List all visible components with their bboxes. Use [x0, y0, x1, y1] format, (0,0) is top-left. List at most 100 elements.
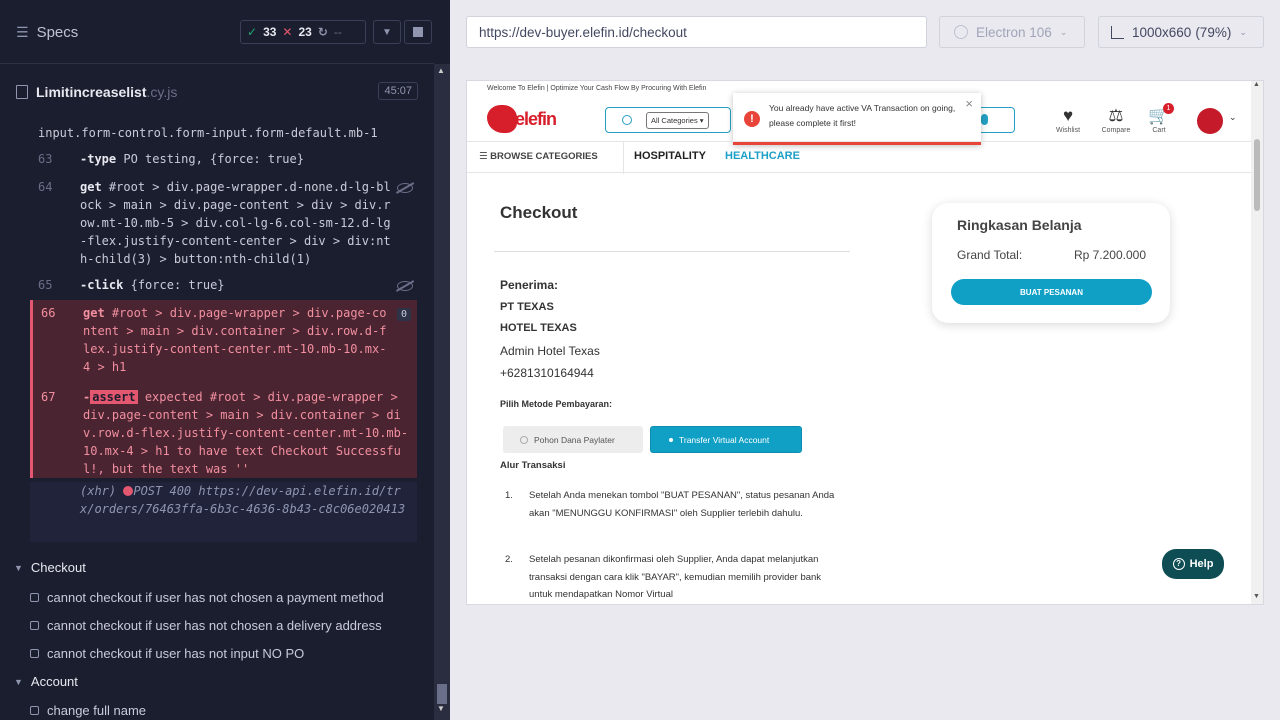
command-row[interactable]: 63 -type PO testing, {force: true}	[30, 150, 417, 168]
spec-file-header: Limitincreaselist.cy.js 45:07	[16, 80, 418, 104]
aut-panel: https://dev-buyer.elefin.id/checkout Ele…	[450, 0, 1280, 720]
command-row-xhr[interactable]: (xhr) POST 400 https://dev-api.elefin.id…	[30, 482, 417, 542]
scrollbar-thumb[interactable]	[437, 684, 447, 704]
test-item[interactable]: change full name	[30, 703, 146, 718]
command-number: 65	[38, 278, 53, 292]
logo-mark	[487, 105, 517, 133]
passed-count: 33	[263, 25, 277, 39]
cart-count-badge: 1	[1163, 103, 1174, 114]
category-select[interactable]: All Categories ▾	[646, 111, 709, 129]
browser-selector[interactable]: Electron 106 ⌄	[939, 16, 1085, 48]
elefin-logo[interactable]: elefin	[487, 105, 557, 133]
chevron-down-icon: ⌄	[1059, 26, 1068, 37]
scroll-down-icon[interactable]: ▼	[437, 704, 445, 713]
xhr-error-dot-icon	[123, 486, 134, 496]
toast-message: You already have active VA Transaction o…	[769, 103, 956, 128]
stop-button[interactable]	[404, 20, 432, 44]
command-name: -click	[80, 278, 124, 292]
error-icon: !	[744, 111, 760, 127]
error-toast: ! × You already have active VA Transacti…	[733, 93, 981, 145]
suite-account[interactable]: ▼ Account	[14, 674, 78, 689]
specs-button[interactable]: ☰ Specs	[16, 24, 78, 41]
help-label: Help	[1189, 558, 1214, 570]
command-row[interactable]: input.form-control.form-input.form-defau…	[30, 124, 417, 142]
recipient-company: PT TEXAS	[500, 301, 554, 313]
microphone-icon[interactable]	[981, 114, 988, 125]
scroll-up-icon[interactable]: ▲	[1253, 81, 1260, 88]
browser-name: Electron 106	[976, 24, 1052, 40]
grand-total-value: Rp 7.200.000	[1073, 248, 1146, 262]
test-title: cannot checkout if user has not input NO…	[47, 646, 305, 661]
spec-duration: 45:07	[378, 82, 418, 100]
help-button[interactable]: ? Help	[1162, 549, 1224, 579]
runner-header: ☰ Specs ✓ 33 ✕ 23 ↻ -- ▼	[0, 0, 434, 64]
test-runner-panel: ☰ Specs ✓ 33 ✕ 23 ↻ -- ▼ Limitincreaseli…	[0, 0, 450, 720]
transaction-step: 2. Setelah pesanan dikonfirmasi oleh Sup…	[505, 551, 845, 604]
pending-test-icon	[30, 593, 39, 602]
command-number: 63	[38, 152, 53, 166]
browse-categories-button[interactable]: ☰ BROWSE CATEGORIES	[479, 151, 598, 162]
search-bar[interactable]: All Categories ▾	[605, 107, 731, 133]
browser-icon	[954, 25, 968, 39]
heart-icon: ♥	[1062, 106, 1074, 125]
step-number: 1.	[505, 490, 513, 501]
command-args: #root > div.page-wrapper.d-none.d-lg-blo…	[80, 180, 391, 266]
command-name: -type	[80, 152, 117, 166]
test-title: cannot checkout if user has not chosen a…	[47, 618, 382, 633]
command-args: {force: true}	[130, 278, 225, 292]
recipient-hotel: HOTEL TEXAS	[500, 322, 577, 334]
transaction-flow-label: Alur Transaksi	[500, 460, 566, 471]
grand-total-label: Grand Total:	[957, 248, 1023, 262]
chevron-down-icon: ⌄	[1239, 26, 1247, 37]
menu-hospitality[interactable]: HOSPITALITY	[634, 150, 706, 162]
wishlist-link[interactable]: ♥ Wishlist	[1047, 105, 1089, 134]
place-order-button[interactable]: BUAT PESANAN	[951, 279, 1152, 305]
payment-option-paylater[interactable]: Pohon Dana Paylater	[503, 426, 643, 453]
dropdown-button[interactable]: ▼	[373, 20, 401, 44]
command-args: #root > div.page-wrapper > div.page-cont…	[83, 306, 387, 374]
run-stats: ✓ 33 ✕ 23 ↻ --	[240, 20, 366, 44]
viewport-info[interactable]: 1000x660 (79%) ⌄	[1098, 16, 1264, 48]
payment-option-virtual-account[interactable]: Transfer Virtual Account	[650, 426, 802, 453]
category-nav: ☰ BROWSE CATEGORIES HOSPITALITY HEALTHCA…	[467, 141, 1263, 174]
command-row-assert-failed[interactable]: 67 - assert expected #root > div.page-wra…	[30, 384, 417, 478]
command-name: get	[80, 180, 102, 194]
command-row-failed[interactable]: 66 get #root > div.page-wrapper > div.pa…	[30, 300, 417, 384]
scroll-down-icon[interactable]: ▼	[1253, 593, 1260, 600]
hidden-eye-icon	[397, 281, 413, 291]
command-row[interactable]: 65 -click {force: true}	[30, 276, 417, 294]
command-log-scrollbar[interactable]: ▲ ▼	[434, 64, 450, 720]
failed-icon: ✕	[282, 25, 293, 39]
hidden-eye-icon	[397, 183, 413, 193]
specs-label: Specs	[36, 24, 79, 41]
chevron-down-icon: ▼	[382, 26, 392, 38]
recipient-phone: +6281310164944	[500, 366, 594, 380]
pending-test-icon	[30, 649, 39, 658]
wishlist-label: Wishlist	[1055, 127, 1081, 134]
url-bar[interactable]: https://dev-buyer.elefin.id/checkout	[466, 16, 927, 48]
zoom-level: (79%)	[1195, 24, 1232, 40]
menu-healthcare[interactable]: HEALTHCARE	[725, 150, 800, 162]
cart-link[interactable]: 🛒 Cart 1	[1138, 103, 1180, 134]
compare-label: Compare	[1101, 127, 1131, 134]
avatar[interactable]	[1197, 108, 1223, 134]
question-icon: ?	[1172, 558, 1185, 570]
close-icon[interactable]: ×	[965, 96, 973, 111]
test-item[interactable]: cannot checkout if user has not chosen a…	[30, 618, 382, 633]
url-text: https://dev-buyer.elefin.id/checkout	[479, 24, 687, 40]
file-icon	[16, 85, 28, 99]
chevron-down-icon[interactable]: ⌄	[1229, 112, 1237, 123]
step-number: 2.	[505, 554, 513, 565]
suite-checkout[interactable]: ▼ Checkout	[14, 560, 86, 575]
scroll-up-icon[interactable]: ▲	[437, 66, 445, 75]
scrollbar-thumb[interactable]	[1254, 139, 1260, 211]
passed-icon: ✓	[247, 25, 258, 39]
compare-link[interactable]: ⚖ Compare	[1095, 105, 1137, 134]
spec-file-name: Limitincreaselist.cy.js	[36, 84, 178, 100]
app-scrollbar[interactable]: ▲ ▼	[1251, 81, 1263, 604]
test-item[interactable]: cannot checkout if user has not chosen a…	[30, 590, 384, 605]
viewport-size: 1000x660	[1132, 24, 1192, 40]
command-row[interactable]: 64 get #root > div.page-wrapper.d-none.d…	[30, 178, 417, 268]
test-item[interactable]: cannot checkout if user has not input NO…	[30, 646, 304, 661]
command-number: 67	[41, 390, 56, 404]
